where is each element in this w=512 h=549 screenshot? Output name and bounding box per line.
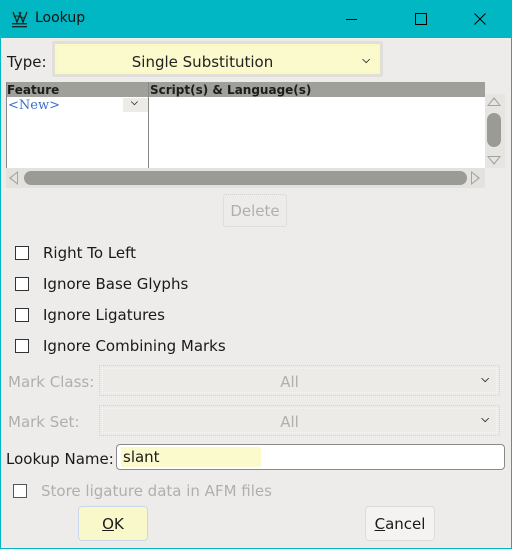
right-to-left-checkbox[interactable] (15, 246, 29, 260)
feature-cell-new[interactable]: <New> (8, 98, 60, 113)
ok-button[interactable]: OK (78, 506, 148, 541)
delete-button[interactable]: Delete (223, 194, 287, 227)
title-bar: Lookup (0, 0, 512, 38)
ok-label-rest: K (113, 514, 124, 533)
ok-mnemonic: O (102, 514, 114, 533)
dialog-body: Type: Single Substitution ⌵ Feature Scri… (1, 38, 511, 548)
scroll-right-arrow-icon[interactable] (471, 171, 480, 185)
minimize-button[interactable] (328, 0, 374, 38)
ignore-combining-marks-checkbox[interactable] (15, 339, 29, 353)
store-afm-label: Store ligature data in AFM files (41, 482, 272, 500)
close-button[interactable] (457, 0, 503, 38)
right-to-left-checkbox-row[interactable]: Right To Left (15, 244, 136, 262)
cancel-label-rest: ancel (385, 514, 426, 533)
scroll-down-arrow-icon[interactable] (487, 156, 501, 165)
store-afm-checkbox-row[interactable]: Store ligature data in AFM files (13, 482, 272, 500)
column-header-scripts: Script(s) & Language(s) (150, 83, 312, 97)
feature-dropdown-button[interactable]: ⌵ (123, 98, 148, 112)
chevron-down-icon: ⌵ (362, 55, 370, 66)
table-header: Feature Script(s) & Language(s) (6, 82, 485, 97)
app-icon (12, 11, 28, 28)
horizontal-scroll-thumb[interactable] (24, 171, 467, 185)
ignore-ligatures-label: Ignore Ligatures (43, 306, 165, 324)
cancel-button[interactable]: Cancel (365, 506, 435, 541)
column-header-feature: Feature (7, 83, 60, 97)
lookup-name-label: Lookup Name: (6, 450, 114, 468)
ignore-ligatures-checkbox-row[interactable]: Ignore Ligatures (15, 306, 165, 324)
cancel-mnemonic: C (374, 514, 386, 533)
ignore-combining-marks-label: Ignore Combining Marks (43, 337, 226, 355)
mark-class-label: Mark Class: (8, 373, 95, 391)
vertical-scroll-thumb[interactable] (487, 113, 501, 147)
type-select-value: Single Substitution (131, 53, 274, 71)
lookup-name-value: slant (123, 448, 160, 466)
store-afm-checkbox[interactable] (13, 484, 27, 498)
mark-set-label: Mark Set: (8, 413, 80, 431)
minimize-icon (345, 18, 357, 20)
mark-set-select[interactable]: All ⌵ (99, 405, 500, 436)
ignore-combining-marks-checkbox-row[interactable]: Ignore Combining Marks (15, 337, 226, 355)
chevron-down-icon: ⌵ (131, 98, 138, 108)
ignore-ligatures-checkbox[interactable] (15, 308, 29, 322)
scroll-left-arrow-icon[interactable] (9, 171, 18, 185)
table-border (6, 82, 7, 168)
type-select[interactable]: Single Substitution ⌵ (52, 41, 383, 77)
lookup-name-input[interactable]: slant (116, 444, 505, 470)
vertical-scrollbar[interactable] (485, 94, 505, 168)
scroll-up-arrow-icon[interactable] (487, 97, 501, 106)
window-title: Lookup (35, 10, 86, 26)
maximize-button[interactable] (398, 0, 444, 38)
chevron-down-icon: ⌵ (481, 414, 489, 425)
chevron-down-icon: ⌵ (481, 374, 489, 385)
mark-set-value: All (280, 413, 299, 431)
feature-table: Feature Script(s) & Language(s) <New> ⌵ (6, 82, 485, 168)
maximize-icon (415, 13, 427, 25)
ignore-base-glyphs-label: Ignore Base Glyphs (43, 275, 189, 293)
right-to-left-label: Right To Left (43, 244, 137, 262)
horizontal-scrollbar[interactable] (6, 168, 485, 188)
column-divider[interactable] (148, 82, 149, 168)
type-label: Type: (7, 53, 47, 71)
ignore-base-glyphs-checkbox-row[interactable]: Ignore Base Glyphs (15, 275, 188, 293)
ignore-base-glyphs-checkbox[interactable] (15, 277, 29, 291)
mark-class-value: All (280, 373, 299, 391)
close-icon (474, 13, 486, 25)
mark-class-select[interactable]: All ⌵ (99, 365, 500, 396)
